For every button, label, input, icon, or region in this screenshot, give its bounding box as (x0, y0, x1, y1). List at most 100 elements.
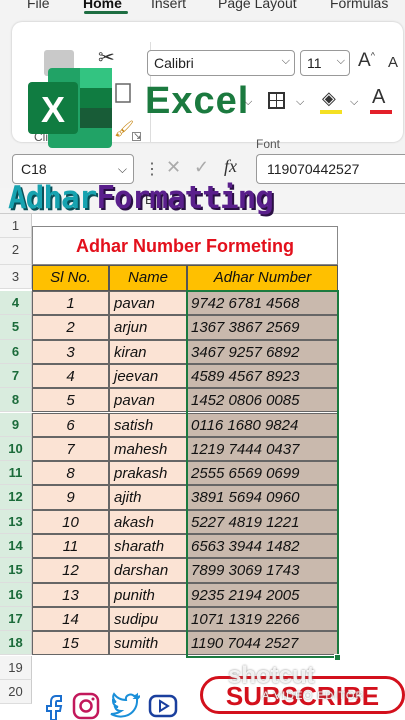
borders-icon[interactable] (268, 92, 285, 109)
cell-adhar[interactable]: 1071 1319 2266 (187, 606, 338, 632)
twitter-icon[interactable] (108, 692, 140, 720)
cell-sl[interactable]: 2 (32, 315, 109, 340)
cell-sl[interactable]: 3 (32, 339, 109, 364)
row-header[interactable]: 14 (0, 534, 32, 559)
cell-adhar[interactable]: 3467 9257 6892 (187, 339, 338, 364)
chevron-down-icon[interactable]: ⌵ (296, 96, 304, 109)
row-header[interactable]: 9 (0, 412, 32, 437)
cell-sl[interactable]: 7 (32, 436, 109, 462)
chevron-down-icon[interactable]: ⌵ (350, 96, 358, 109)
cell-sl[interactable]: 14 (32, 606, 109, 632)
youtube-icon[interactable] (148, 692, 178, 720)
row-header[interactable]: 18 (0, 631, 32, 656)
tab-formulas[interactable]: Formulas (330, 0, 388, 11)
chevron-down-icon[interactable]: ⌵ (244, 96, 252, 109)
cell-adhar[interactable]: 1190 7044 2527 (187, 631, 338, 656)
row-header[interactable]: 6 (0, 339, 32, 364)
row-header[interactable]: 1 (0, 214, 32, 239)
cell-adhar[interactable]: 0116 1680 9824 (187, 412, 338, 437)
cell-adhar[interactable]: 1452 0806 0085 (187, 388, 338, 413)
cell-name[interactable]: akash (109, 509, 187, 534)
row-header[interactable]: 7 (0, 363, 32, 389)
cell-name[interactable]: ajith (109, 485, 187, 510)
row-header[interactable]: 10 (0, 436, 32, 462)
row-header[interactable]: 5 (0, 315, 32, 340)
row-header[interactable]: 12 (0, 485, 32, 510)
increase-font-size-icon[interactable]: A^ (358, 50, 375, 72)
cell-name[interactable]: sharath (109, 534, 187, 559)
font-name-select[interactable]: Calibri ⌵ (147, 50, 295, 76)
cell-name[interactable]: prakash (109, 461, 187, 486)
row-header[interactable]: 4 (0, 291, 32, 316)
cell-sl[interactable]: 9 (32, 485, 109, 510)
cell-sl[interactable]: 8 (32, 461, 109, 486)
cell-sl[interactable]: 4 (32, 363, 109, 389)
cell-adhar[interactable]: 1219 7444 0437 (187, 436, 338, 462)
row-header[interactable]: 20 (0, 679, 32, 705)
cell-name[interactable]: kiran (109, 339, 187, 364)
tab-home[interactable]: Home (83, 0, 122, 11)
cell-sl[interactable]: 13 (32, 582, 109, 607)
row-header[interactable]: 15 (0, 558, 32, 583)
header-name[interactable]: Name (109, 265, 187, 291)
cell-adhar[interactable]: 9235 2194 2005 (187, 582, 338, 607)
cancel-icon[interactable]: ✕ (166, 157, 181, 178)
tab-page-layout[interactable]: Page Layout (218, 0, 297, 11)
cell-name[interactable]: darshan (109, 558, 187, 583)
row-header[interactable]: 19 (0, 655, 32, 680)
instagram-icon[interactable] (72, 692, 100, 720)
enter-icon[interactable]: ✓ (194, 157, 209, 178)
insert-function-icon[interactable]: fx (224, 156, 237, 177)
cell-sl[interactable]: 1 (32, 291, 109, 316)
cell-adhar[interactable]: 9742 6781 4568 (187, 291, 338, 316)
font-size-select[interactable]: 11 ⌵ (300, 50, 350, 76)
cell-adhar[interactable]: 4589 4567 8923 (187, 363, 338, 389)
svg-text:X: X (41, 89, 65, 130)
tab-file[interactable]: File (27, 0, 50, 11)
cell-sl[interactable]: 11 (32, 534, 109, 559)
watermark-brand: shotcut (228, 662, 315, 689)
cell-adhar[interactable]: 6563 3944 1482 (187, 534, 338, 559)
worksheet-grid[interactable]: B 1 2 3 4 5 6 7 8 9 10 11 12 13 14 15 16 17 18 19 20 Adhar … (0, 188, 405, 720)
clipboard-launcher-icon[interactable]: ↘ (132, 132, 141, 142)
cell-name[interactable]: sumith (109, 631, 187, 656)
cell-sl[interactable]: 12 (32, 558, 109, 583)
decrease-font-size-icon[interactable]: A (388, 54, 398, 71)
row-header[interactable]: 3 (0, 265, 32, 290)
cell-name[interactable]: sudipu (109, 606, 187, 632)
cell-name[interactable]: arjun (109, 315, 187, 340)
cell-name[interactable]: mahesh (109, 436, 187, 462)
fill-color-icon[interactable]: ◈ (322, 88, 336, 109)
cell-adhar[interactable]: 3891 5694 0960 (187, 485, 338, 510)
row-header[interactable]: 16 (0, 582, 32, 607)
font-color-swatch (370, 110, 392, 114)
cell-sl[interactable]: 6 (32, 412, 109, 437)
cell-adhar[interactable]: 7899 3069 1743 (187, 558, 338, 583)
header-adhar-number[interactable]: Adhar Number (187, 265, 338, 291)
font-color-icon[interactable]: A (372, 86, 385, 109)
cell-sl[interactable]: 15 (32, 631, 109, 656)
cell-adhar[interactable]: 5227 4819 1221 (187, 509, 338, 534)
row-header[interactable]: 2 (0, 238, 32, 265)
cell-name[interactable]: pavan (109, 388, 187, 413)
cell-name[interactable]: jeevan (109, 363, 187, 389)
row-header[interactable]: 11 (0, 461, 32, 486)
row-header[interactable]: 17 (0, 606, 32, 632)
cell-sl[interactable]: 10 (32, 509, 109, 534)
facebook-icon[interactable] (40, 692, 66, 720)
cell-adhar[interactable]: 2555 6569 0699 (187, 461, 338, 486)
fill-handle[interactable] (334, 654, 341, 661)
tab-insert[interactable]: Insert (151, 0, 186, 11)
sheet-title-cell[interactable]: Adhar Number Formeting (32, 226, 338, 265)
cell-name[interactable]: pavan (109, 291, 187, 316)
header-sl-no[interactable]: Sl No. (32, 265, 109, 291)
row-header[interactable]: 8 (0, 388, 32, 413)
cell-name[interactable]: punith (109, 582, 187, 607)
more-options-icon[interactable]: ⋮ (144, 159, 160, 179)
chevron-down-icon: ⌵ (117, 162, 127, 176)
cell-adhar[interactable]: 1367 3867 2569 (187, 315, 338, 340)
cell-name[interactable]: satish (109, 412, 187, 437)
row-header[interactable]: 13 (0, 509, 32, 534)
cell-sl[interactable]: 5 (32, 388, 109, 413)
watermark-tagline: A VIDEO EDITOR (262, 690, 365, 702)
